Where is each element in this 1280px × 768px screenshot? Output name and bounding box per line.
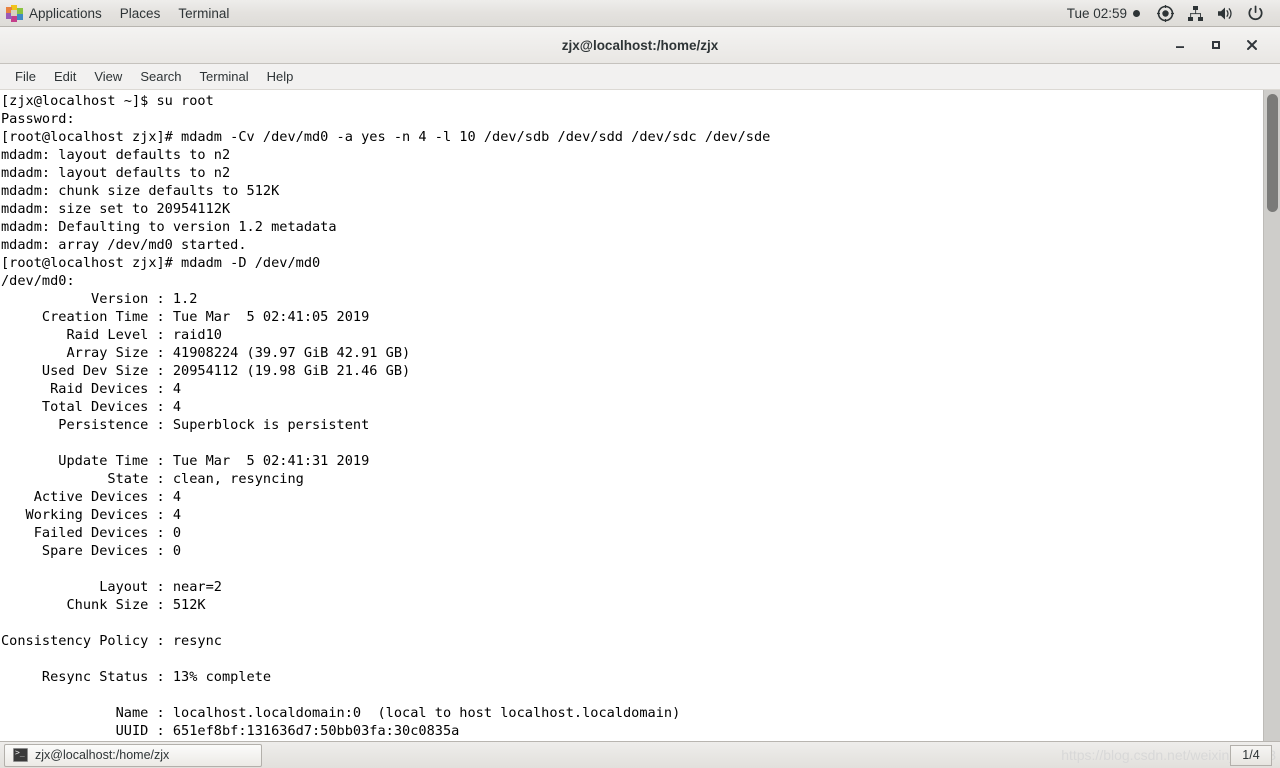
menu-terminal[interactable]: Terminal xyxy=(191,64,258,90)
terminal-line: mdadm: size set to 20954112K xyxy=(1,201,231,217)
workspace-switcher[interactable]: 1/4 xyxy=(1230,744,1272,766)
terminal-line: Array Size : 41908224 (39.97 GiB 42.91 G… xyxy=(1,345,411,361)
terminal-line: mdadm: chunk size defaults to 512K xyxy=(1,183,280,199)
terminal-line: Version : 1.2 xyxy=(1,291,198,307)
terminal-line: Raid Level : raid10 xyxy=(1,327,222,343)
clock-button[interactable]: Tue 02:59 xyxy=(1057,0,1150,27)
terminal-line: mdadm: layout defaults to n2 xyxy=(1,165,231,181)
clock-label: Tue 02:59 xyxy=(1066,5,1127,21)
terminal-line: mdadm: array /dev/md0 started. xyxy=(1,237,247,253)
terminal-screen[interactable]: [zjx@localhost ~]$ su root Password: [root… xyxy=(0,90,1263,741)
terminal-line: Persistence : Superblock is persistent xyxy=(1,417,370,433)
terminal-scrollbar[interactable] xyxy=(1263,90,1280,741)
terminal-window: zjx@localhost:/home/zjx File Edit View S… xyxy=(0,27,1280,741)
terminal-line: Layout : near=2 xyxy=(1,579,222,595)
workspace-label: 1/4 xyxy=(1242,748,1260,762)
terminal-line: mdadm: layout defaults to n2 xyxy=(1,147,231,163)
terminal-line: Failed Devices : 0 xyxy=(1,525,182,541)
notification-dot-icon xyxy=(1133,9,1140,17)
terminal-line: Spare Devices : 0 xyxy=(1,543,182,559)
terminal-menu[interactable]: Terminal xyxy=(169,0,238,27)
taskbar-window-button[interactable]: zjx@localhost:/home/zjx xyxy=(4,743,262,767)
applications-menu-label: Applications xyxy=(29,5,102,21)
terminal-line: Total Devices : 4 xyxy=(1,399,182,415)
menu-view[interactable]: View xyxy=(85,64,131,90)
places-menu[interactable]: Places xyxy=(111,0,170,27)
terminal-line: Active Devices : 4 xyxy=(1,489,182,505)
terminal-line: mdadm: Defaulting to version 1.2 metadat… xyxy=(1,219,337,235)
menu-search[interactable]: Search xyxy=(131,64,190,90)
accessibility-icon[interactable] xyxy=(1150,0,1180,27)
terminal-body: [zjx@localhost ~]$ su root Password: [root… xyxy=(0,90,1280,741)
terminal-output: [zjx@localhost ~]$ su root Password: [root… xyxy=(0,91,1263,740)
maximize-button[interactable] xyxy=(1198,30,1234,60)
terminal-line: Name : localhost.localdomain:0 (local to… xyxy=(1,705,681,721)
menu-help[interactable]: Help xyxy=(258,64,303,90)
menu-file[interactable]: File xyxy=(6,64,45,90)
applications-pinwheel-icon xyxy=(6,4,23,22)
minimize-button[interactable] xyxy=(1162,30,1198,60)
terminal-line: UUID : 651ef8bf:131636d7:50bb03fa:30c083… xyxy=(1,723,460,739)
window-controls xyxy=(1162,27,1280,64)
applications-menu[interactable]: Applications xyxy=(0,0,111,27)
volume-icon[interactable] xyxy=(1210,0,1240,27)
terminal-line: State : clean, resyncing xyxy=(1,471,304,487)
window-title: zjx@localhost:/home/zjx xyxy=(561,37,719,53)
terminal-line: Raid Devices : 4 xyxy=(1,381,182,397)
bottom-taskbar: zjx@localhost:/home/zjx https://blog.csd… xyxy=(0,741,1280,768)
scrollbar-thumb[interactable] xyxy=(1267,94,1278,212)
terminal-line: Update Time : Tue Mar 5 02:41:31 2019 xyxy=(1,453,370,469)
terminal-line: [zjx@localhost ~]$ su root xyxy=(1,93,214,109)
taskbar-window-label: zjx@localhost:/home/zjx xyxy=(35,748,170,762)
terminal-line: Working Devices : 4 xyxy=(1,507,182,523)
places-menu-label: Places xyxy=(119,5,161,21)
terminal-icon xyxy=(13,748,28,762)
terminal-line: /dev/md0: xyxy=(1,273,75,289)
network-icon[interactable] xyxy=(1180,0,1210,27)
panel-status-area: Tue 02:59 xyxy=(1057,0,1280,27)
terminal-line: Creation Time : Tue Mar 5 02:41:05 2019 xyxy=(1,309,370,325)
terminal-line: Consistency Policy : resync xyxy=(1,633,222,649)
top-panel: Applications Places Terminal Tue 02:59 xyxy=(0,0,1280,27)
terminal-menubar: File Edit View Search Terminal Help xyxy=(0,64,1280,90)
power-icon[interactable] xyxy=(1240,0,1270,27)
terminal-line: Password: xyxy=(1,111,75,127)
terminal-line: Used Dev Size : 20954112 (19.98 GiB 21.4… xyxy=(1,363,411,379)
terminal-line: [root@localhost zjx]# mdadm -D /dev/md0 xyxy=(1,255,321,271)
close-button[interactable] xyxy=(1234,30,1270,60)
terminal-line: Resync Status : 13% complete xyxy=(1,669,272,685)
terminal-menu-label: Terminal xyxy=(178,5,230,21)
terminal-line: [root@localhost zjx]# mdadm -Cv /dev/md0… xyxy=(1,129,771,145)
menu-edit[interactable]: Edit xyxy=(45,64,85,90)
window-titlebar[interactable]: zjx@localhost:/home/zjx xyxy=(0,27,1280,64)
terminal-line: Chunk Size : 512K xyxy=(1,597,206,613)
